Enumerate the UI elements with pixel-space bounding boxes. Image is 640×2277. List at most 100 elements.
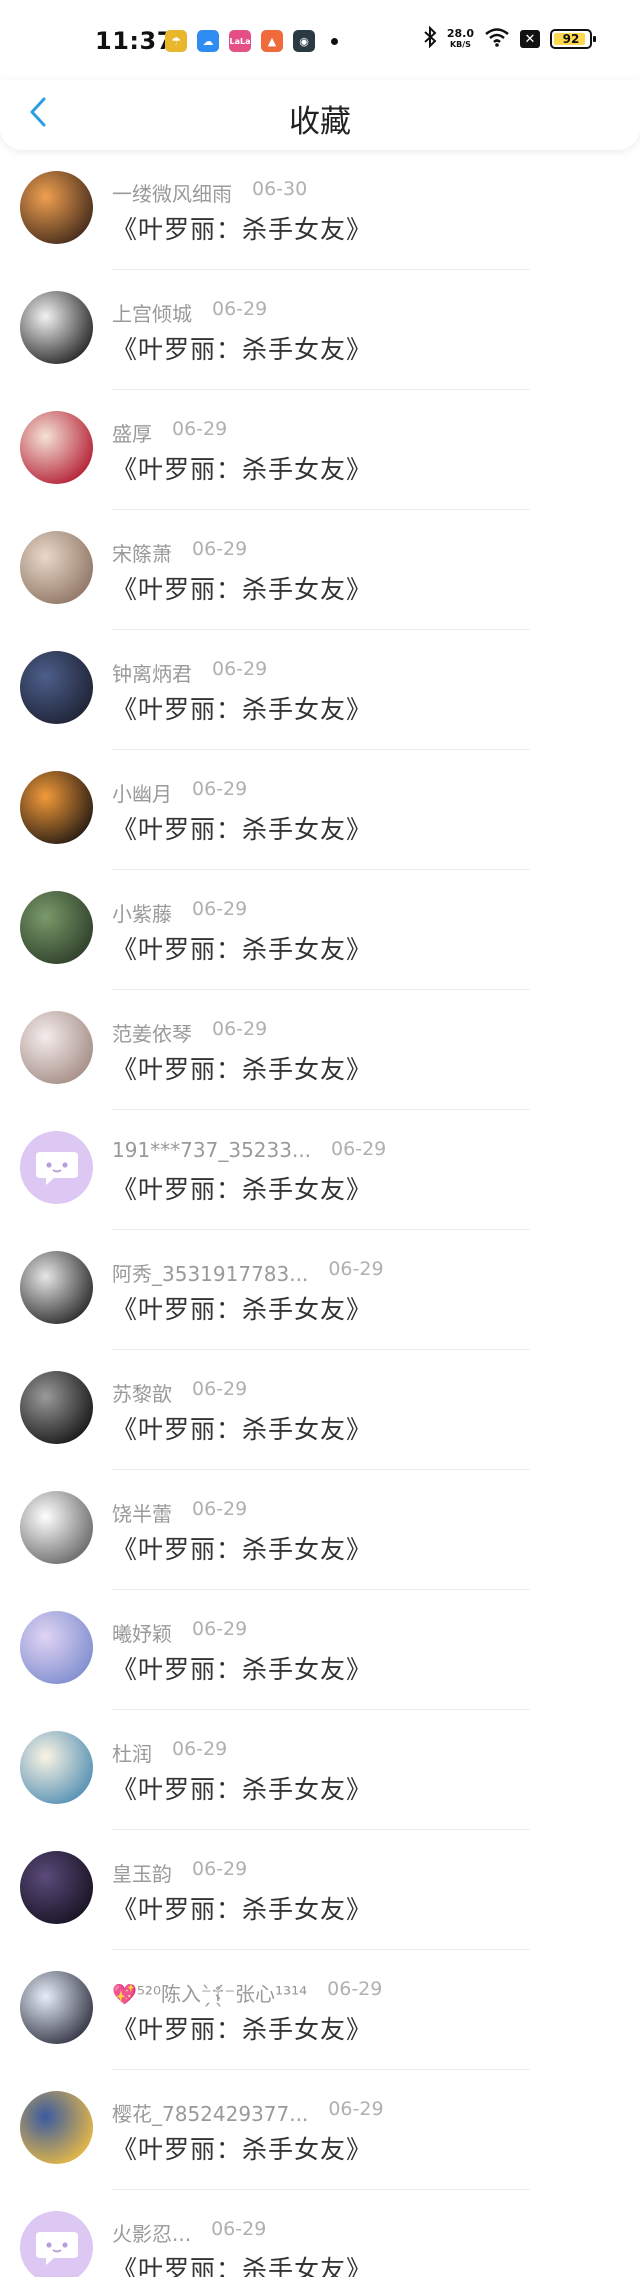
item-title[interactable]: 《叶罗丽：杀手女友》	[112, 1050, 372, 1086]
avatar[interactable]	[20, 2091, 93, 2164]
app-icon: ◉	[293, 30, 315, 52]
item-title[interactable]: 《叶罗丽：杀手女友》	[112, 690, 372, 726]
avatar[interactable]	[20, 1491, 93, 1564]
user-name[interactable]: 钟离炳君	[112, 658, 192, 687]
header: 收藏	[0, 80, 640, 150]
user-name[interactable]: 范姜依琴	[112, 1018, 192, 1047]
user-name[interactable]: 小紫藤	[112, 898, 172, 927]
item-meta: 盛厚 06-29	[112, 418, 227, 447]
item-title[interactable]: 《叶罗丽：杀手女友》	[112, 1170, 372, 1206]
item-date: 06-29	[192, 1378, 248, 1400]
notification-icons: ☂ ☁ LaLa ▲ ◉	[165, 30, 338, 52]
item-title[interactable]: 《叶罗丽：杀手女友》	[112, 1650, 372, 1686]
user-name[interactable]: 皇玉韵	[112, 1858, 172, 1887]
list-item[interactable]: 宋篨萧 06-29 《叶罗丽：杀手女友》	[0, 510, 640, 630]
item-title[interactable]: 《叶罗丽：杀手女友》	[112, 2130, 372, 2166]
item-title[interactable]: 《叶罗丽：杀手女友》	[112, 810, 372, 846]
item-title[interactable]: 《叶罗丽：杀手女友》	[112, 1290, 372, 1326]
avatar[interactable]	[20, 531, 93, 604]
avatar[interactable]	[20, 1971, 93, 2044]
user-name[interactable]: 杜润	[112, 1738, 152, 1767]
network-speed-unit: KB/S	[449, 40, 471, 49]
list-item[interactable]: 191***737_35233... 06-29 《叶罗丽：杀手女友》	[0, 1110, 640, 1230]
list-item[interactable]: 一缕微风细雨 06-30 《叶罗丽：杀手女友》	[0, 150, 640, 270]
list-item[interactable]: 皇玉韵 06-29 《叶罗丽：杀手女友》	[0, 1830, 640, 1950]
list-item[interactable]: 小幽月 06-29 《叶罗丽：杀手女友》	[0, 750, 640, 870]
user-name[interactable]: 盛厚	[112, 418, 152, 447]
item-meta: 火影忍... 06-29	[112, 2218, 266, 2247]
user-name[interactable]: 火影忍...	[112, 2218, 191, 2247]
item-title[interactable]: 《叶罗丽：杀手女友》	[112, 570, 372, 606]
avatar[interactable]	[20, 1851, 93, 1924]
avatar[interactable]	[20, 771, 93, 844]
item-date: 06-29	[328, 1258, 384, 1280]
item-title[interactable]: 《叶罗丽：杀手女友》	[112, 1890, 372, 1926]
avatar[interactable]	[20, 891, 93, 964]
list-item[interactable]: 小紫藤 06-29 《叶罗丽：杀手女友》	[0, 870, 640, 990]
list-item[interactable]: 盛厚 06-29 《叶罗丽：杀手女友》	[0, 390, 640, 510]
item-title[interactable]: 《叶罗丽：杀手女友》	[112, 2010, 372, 2046]
list-item[interactable]: 杜润 06-29 《叶罗丽：杀手女友》	[0, 1710, 640, 1830]
item-date: 06-29	[328, 2098, 384, 2120]
item-meta: 钟离炳君 06-29	[112, 658, 267, 687]
user-name[interactable]: 上宫倾城	[112, 298, 192, 327]
user-name[interactable]: 阿秀_3531917783...	[112, 1258, 308, 1287]
list-item[interactable]: 曦妤颖 06-29 《叶罗丽：杀手女友》	[0, 1590, 640, 1710]
item-title[interactable]: 《叶罗丽：杀手女友》	[112, 1770, 372, 1806]
user-name[interactable]: 💖⁵²⁰陈入⁻̗̀☦︎̖́⁻张心¹³¹⁴	[112, 1978, 307, 2007]
user-name[interactable]: 191***737_35233...	[112, 1138, 311, 1162]
item-title[interactable]: 《叶罗丽：杀手女友》	[112, 450, 372, 486]
list-item[interactable]: 💖⁵²⁰陈入⁻̗̀☦︎̖́⁻张心¹³¹⁴ 06-29 《叶罗丽：杀手女友》	[0, 1950, 640, 2070]
avatar[interactable]	[20, 1371, 93, 1444]
user-name[interactable]: 宋篨萧	[112, 538, 172, 567]
item-date: 06-29	[172, 418, 228, 440]
user-name[interactable]: 小幽月	[112, 778, 172, 807]
avatar[interactable]	[20, 1131, 93, 1204]
list-item[interactable]: 饶半蕾 06-29 《叶罗丽：杀手女友》	[0, 1470, 640, 1590]
user-name[interactable]: 曦妤颖	[112, 1618, 172, 1647]
item-meta: 皇玉韵 06-29	[112, 1858, 247, 1887]
user-name[interactable]: 一缕微风细雨	[112, 178, 232, 207]
list-item[interactable]: 上宫倾城 06-29 《叶罗丽：杀手女友》	[0, 270, 640, 390]
avatar[interactable]	[20, 1251, 93, 1324]
avatar[interactable]	[20, 1611, 93, 1684]
avatar[interactable]	[20, 1731, 93, 1804]
item-meta: 曦妤颖 06-29	[112, 1618, 247, 1647]
netdisk-icon: ☁	[197, 30, 219, 52]
item-title[interactable]: 《叶罗丽：杀手女友》	[112, 2250, 372, 2277]
item-date: 06-29	[192, 898, 248, 920]
avatar[interactable]	[20, 651, 93, 724]
battery-level: 92	[562, 32, 580, 46]
list-item[interactable]: 范姜依琴 06-29 《叶罗丽：杀手女友》	[0, 990, 640, 1110]
game-icon: ▲	[261, 30, 283, 52]
item-title[interactable]: 《叶罗丽：杀手女友》	[112, 1530, 372, 1566]
avatar[interactable]	[20, 2211, 93, 2277]
item-date: 06-29	[327, 1978, 383, 2000]
item-date: 06-29	[192, 538, 248, 560]
item-meta: 💖⁵²⁰陈入⁻̗̀☦︎̖́⁻张心¹³¹⁴ 06-29	[112, 1978, 382, 2007]
list-item[interactable]: 火影忍... 06-29 《叶罗丽：杀手女友》	[0, 2190, 640, 2277]
item-title[interactable]: 《叶罗丽：杀手女友》	[112, 930, 372, 966]
list-item[interactable]: 樱花_7852429377... 06-29 《叶罗丽：杀手女友》	[0, 2070, 640, 2190]
list-item[interactable]: 钟离炳君 06-29 《叶罗丽：杀手女友》	[0, 630, 640, 750]
avatar[interactable]	[20, 411, 93, 484]
user-name[interactable]: 苏黎歆	[112, 1378, 172, 1407]
list-item[interactable]: 阿秀_3531917783... 06-29 《叶罗丽：杀手女友》	[0, 1230, 640, 1350]
item-date: 06-29	[212, 298, 268, 320]
item-title[interactable]: 《叶罗丽：杀手女友》	[112, 210, 372, 246]
user-name[interactable]: 樱花_7852429377...	[112, 2098, 308, 2127]
item-date: 06-29	[331, 1138, 387, 1160]
user-name[interactable]: 饶半蕾	[112, 1498, 172, 1527]
system-icons: 28.0 KB/S ✕ 92	[423, 25, 596, 52]
item-title[interactable]: 《叶罗丽：杀手女友》	[112, 330, 372, 366]
list-item[interactable]: 苏黎歆 06-29 《叶罗丽：杀手女友》	[0, 1350, 640, 1470]
avatar[interactable]	[20, 291, 93, 364]
default-avatar-icon	[35, 2231, 78, 2265]
item-meta: 杜润 06-29	[112, 1738, 227, 1767]
bluetooth-icon	[423, 25, 437, 52]
default-avatar-icon	[35, 1151, 78, 1185]
avatar[interactable]	[20, 171, 93, 244]
item-title[interactable]: 《叶罗丽：杀手女友》	[112, 1410, 372, 1446]
item-meta: 小紫藤 06-29	[112, 898, 247, 927]
avatar[interactable]	[20, 1011, 93, 1084]
